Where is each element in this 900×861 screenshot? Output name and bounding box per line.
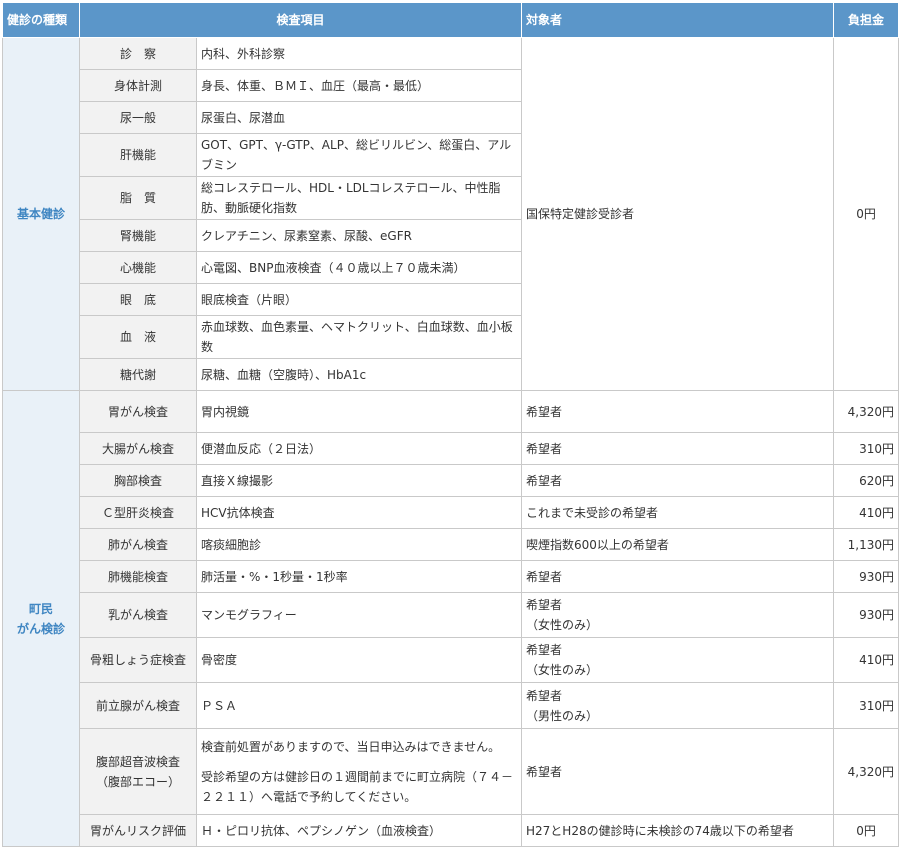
exam-name: 肺がん検査 (79, 528, 197, 561)
table-row: 前立腺がん検査 ＰＳＡ 希望者 （男性のみ） 310円 (3, 682, 900, 729)
exam-name-note: （腹部エコー） (95, 774, 180, 789)
target-line: 希望者 (526, 688, 563, 703)
exam-target: 希望者 (521, 728, 835, 815)
exam-name: Ｃ型肝炎検査 (79, 496, 197, 529)
section-label-line: がん検診 (16, 621, 65, 636)
exam-cost: 4,320円 (833, 390, 900, 433)
header-cost: 負担金 (833, 2, 900, 38)
exam-target: 希望者 （男性のみ） (521, 682, 835, 729)
checkup-table: 健診の種類 検査項目 対象者 負担金 基本健診 診 察 内科、外科診察 国保特定… (2, 2, 900, 847)
exam-name: 胃がんリスク評価 (79, 814, 197, 847)
exam-detail: GOT、GPT、γ-GTP、ALP、総ビリルビン、総蛋白、アルブミン (195, 133, 523, 177)
exam-target: 希望者 (521, 432, 835, 465)
basic-target: 国保特定健診受診者 (521, 37, 835, 391)
exam-target: これまで未受診の希望者 (521, 496, 835, 529)
exam-target: 希望者 (521, 464, 835, 497)
table-row: 大腸がん検査 便潜血反応（２日法） 希望者 310円 (3, 432, 900, 465)
exam-name: 腹部超音波検査 （腹部エコー） (79, 728, 197, 815)
table-row: 肺機能検査 肺活量・%・1秒量・1秒率 希望者 930円 (3, 560, 900, 593)
exam-detail: 喀痰細胞診 (195, 528, 523, 561)
exam-target: H27とH28の健診時に未検診の74歳以下の希望者 (521, 814, 835, 847)
exam-target: 希望者 (521, 560, 835, 593)
exam-name: 前立腺がん検査 (79, 682, 197, 729)
exam-name: 骨粗しょう症検査 (79, 637, 197, 683)
exam-name-line: 腹部超音波検査 (95, 754, 180, 769)
target-note: （男性のみ） (526, 708, 599, 723)
exam-target: 希望者 （女性のみ） (521, 592, 835, 638)
exam-detail: マンモグラフィー (195, 592, 523, 638)
exam-name: 眼 底 (79, 283, 197, 316)
exam-cost: 310円 (833, 432, 900, 465)
table-row: 腹部超音波検査 （腹部エコー） 検査前処置がありますので、当日申込みはできません… (3, 728, 900, 815)
exam-detail: 検査前処置がありますので、当日申込みはできません。 受診希望の方は健診日の１週間… (195, 728, 523, 815)
exam-name: 尿一般 (79, 101, 197, 134)
basic-cost: 0円 (833, 37, 900, 391)
exam-target: 希望者 (521, 390, 835, 433)
header-kind: 健診の種類 (2, 2, 80, 38)
exam-cost: 0円 (833, 814, 900, 847)
exam-name: 大腸がん検査 (79, 432, 197, 465)
exam-name: 糖代謝 (79, 358, 197, 391)
exam-cost: 410円 (833, 496, 900, 529)
exam-detail: 尿蛋白、尿潜血 (195, 101, 523, 134)
target-line: 希望者 (526, 598, 563, 612)
exam-cost: 620円 (833, 464, 900, 497)
exam-detail-para: 検査前処置がありますので、当日申込みはできません。 (201, 739, 501, 754)
exam-target: 喫煙指数600以上の希望者 (521, 528, 835, 561)
exam-detail: 肺活量・%・1秒量・1秒率 (195, 560, 523, 593)
exam-detail: 内科、外科診察 (195, 37, 523, 70)
exam-cost: 4,320円 (833, 728, 900, 815)
exam-detail: 身長、体重、ＢＭＩ、血圧（最高・最低） (195, 69, 523, 102)
exam-detail: 骨密度 (195, 637, 523, 683)
target-note: （女性のみ） (526, 663, 599, 677)
exam-name: 肺機能検査 (79, 560, 197, 593)
exam-detail: 便潜血反応（２日法） (195, 432, 523, 465)
target-note: （女性のみ） (526, 618, 599, 632)
exam-detail: 胃内視鏡 (195, 390, 523, 433)
exam-detail: ＰＳＡ (195, 682, 523, 729)
exam-detail: 尿糖、血糖（空腹時）、HbA1c (195, 358, 523, 391)
exam-target: 希望者 （女性のみ） (521, 637, 835, 683)
table-row: 胃がんリスク評価 Ｈ・ピロリ抗体、ペプシノゲン（血液検査） H27とH28の健診… (3, 814, 900, 847)
exam-detail: HCV抗体検査 (195, 496, 523, 529)
table-row: Ｃ型肝炎検査 HCV抗体検査 これまで未受診の希望者 410円 (3, 496, 900, 529)
exam-detail: 総コレステロール、HDL・LDLコレステロール、中性脂肪、動脈硬化指数 (195, 176, 523, 220)
exam-detail: クレアチニン、尿素窒素、尿酸、eGFR (195, 219, 523, 252)
table-row: 乳がん検査 マンモグラフィー 希望者 （女性のみ） 930円 (3, 592, 900, 638)
exam-name: 乳がん検査 (79, 592, 197, 638)
exam-cost: 310円 (833, 682, 900, 729)
table-row: 町民 がん検診 胃がん検査 胃内視鏡 希望者 4,320円 (2, 390, 900, 847)
header-row: 健診の種類 検査項目 対象者 負担金 (2, 2, 900, 38)
exam-detail: 眼底検査（片眼） (195, 283, 523, 316)
exam-name: 胃がん検査 (79, 390, 197, 433)
header-item: 検査項目 (78, 2, 523, 38)
exam-detail: Ｈ・ピロリ抗体、ペプシノゲン（血液検査） (195, 814, 523, 847)
exam-cost: 410円 (833, 637, 900, 683)
table-row: 基本健診 診 察 内科、外科診察 国保特定健診受診者 0円 (2, 37, 900, 391)
section-label-basic: 基本健診 (2, 37, 80, 391)
exam-name: 胸部検査 (79, 464, 197, 497)
exam-cost: 930円 (833, 592, 900, 638)
exam-name: 心機能 (79, 251, 197, 284)
exam-name: 脂 質 (79, 176, 197, 220)
exam-name: 腎機能 (79, 219, 197, 252)
header-target: 対象者 (521, 2, 835, 38)
table-row: 胸部検査 直接Ｘ線撮影 希望者 620円 (3, 464, 900, 497)
section-label-line: 町民 (28, 601, 53, 616)
exam-name: 肝機能 (79, 133, 197, 177)
exam-detail: 直接Ｘ線撮影 (195, 464, 523, 497)
table-row: 骨粗しょう症検査 骨密度 希望者 （女性のみ） 410円 (3, 637, 900, 683)
target-line: 希望者 (526, 643, 563, 657)
exam-name: 身体計測 (79, 69, 197, 102)
exam-name: 血 液 (79, 315, 197, 359)
exam-detail: 赤血球数、血色素量、ヘマトクリット、白血球数、血小板数 (195, 315, 523, 359)
exam-cost: 930円 (833, 560, 900, 593)
exam-name: 診 察 (79, 37, 197, 70)
exam-cost: 1,130円 (833, 528, 900, 561)
section-label-cancer: 町民 がん検診 (2, 390, 80, 847)
table-row: 肺がん検査 喀痰細胞診 喫煙指数600以上の希望者 1,130円 (3, 528, 900, 561)
exam-detail: 心電図、BNP血液検査（４０歳以上７０歳未満） (195, 251, 523, 284)
exam-detail-para: 受診希望の方は健診日の１週間前までに町立病院（７４－２２１１）へ電話で予約してく… (201, 769, 514, 804)
